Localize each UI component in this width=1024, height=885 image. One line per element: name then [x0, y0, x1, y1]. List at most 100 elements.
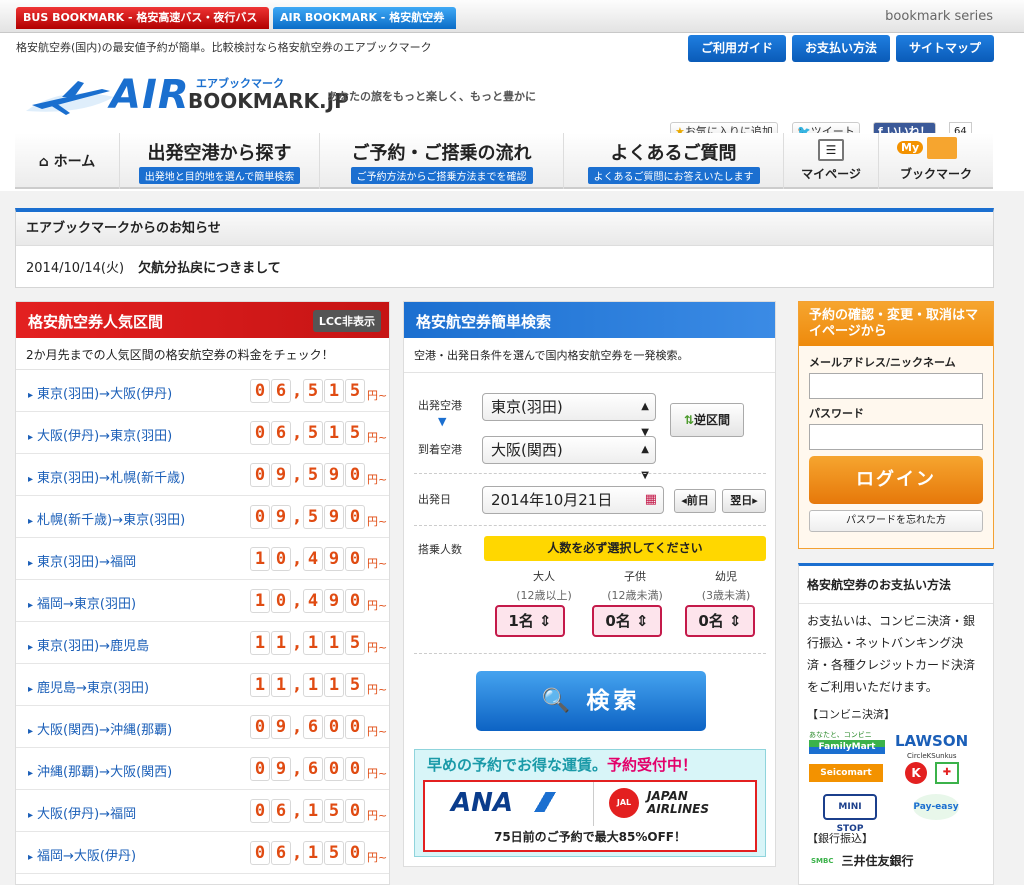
arr-value: 大阪(関西)	[491, 441, 563, 459]
ministop-logo: MINI STOP	[823, 794, 877, 834]
sitemap-button[interactable]: サイトマップ	[896, 35, 994, 62]
yen-label: 円~	[367, 515, 388, 528]
logo-air-text: AIR	[110, 72, 190, 118]
route-name[interactable]: 鹿児島→東京(羽田)	[28, 677, 149, 696]
infant-select[interactable]: 0名 ⇕	[685, 605, 755, 637]
nav-faq[interactable]: よくあるご質問 よくあるご質問にお答えいたします	[564, 133, 784, 189]
dep-label: 出発空港	[418, 399, 462, 412]
route-price: 1 1, 1 1 5 円~	[250, 673, 387, 697]
next-day-button[interactable]: 翌日▸	[722, 489, 766, 513]
nav-depart[interactable]: 出発空港から探す 出発地と目的地を選んで簡単検索	[120, 133, 320, 189]
air-bookmark-tab[interactable]: AIR BOOKMARK - 格安航空券 -	[273, 7, 456, 46]
route-row[interactable]: 東京(羽田)→鹿児島11,115円~	[16, 622, 389, 664]
nav-mypage[interactable]: ☰ マイページ	[784, 133, 879, 189]
route-name[interactable]: 福岡→大阪(伊丹)	[28, 845, 136, 864]
price-digit: 6	[303, 757, 323, 781]
child-select[interactable]: 0名 ⇕	[592, 605, 662, 637]
route-row[interactable]: 札幌(新千歳)→東京(羽田)09,590円~	[16, 496, 389, 538]
series-label: bookmark series	[885, 9, 993, 24]
route-price: 1 0, 4 9 0 円~	[250, 547, 387, 571]
payment-button[interactable]: お支払い方法	[792, 35, 890, 62]
nav-flow[interactable]: ご予約・ご搭乗の流れ ご予約方法からご搭乗方法までを確認	[320, 133, 564, 189]
password-input[interactable]	[809, 424, 983, 450]
route-row[interactable]: 沖縄(那覇)→大阪(関西)09,600円~	[16, 748, 389, 790]
price-comma: ,	[293, 843, 301, 862]
search-button[interactable]: 🔍 検索	[476, 671, 706, 731]
route-row[interactable]: 東京(羽田)→札幌(新千歳)09,590円~	[16, 454, 389, 496]
circlek-logo: K	[905, 762, 927, 784]
route-name[interactable]: 東京(羽田)→福岡	[28, 551, 136, 570]
adult-select[interactable]: 1名 ⇕	[495, 605, 565, 637]
price-digit: 9	[271, 505, 291, 529]
logo-bookmark-text: BOOKMARK.JP	[188, 89, 349, 113]
date-input[interactable]: 2014年10月21日 ▦	[482, 486, 664, 514]
route-row[interactable]: 福岡→東京(羽田)10,490円~	[16, 580, 389, 622]
route-row[interactable]: 東京(羽田)→福岡 10,490円~	[16, 538, 389, 580]
price-digit: 9	[271, 757, 291, 781]
yen-label: 円~	[367, 725, 388, 738]
route-row[interactable]: 大阪(関西)→沖縄(那覇)09,600円~	[16, 706, 389, 748]
route-row[interactable]: 東京(羽田)→大阪(伊丹)06,515円~	[16, 370, 389, 412]
nav-home[interactable]: ⌂ ホーム	[15, 133, 120, 189]
route-row[interactable]: 大阪(伊丹)→東京(羽田)06,515円~	[16, 412, 389, 454]
route-name[interactable]: 福岡→東京(羽田)	[28, 593, 136, 612]
route-row[interactable]: 鹿児島→東京(羽田)11,115円~	[16, 664, 389, 706]
route-name[interactable]: 沖縄(那覇)→大阪(関西)	[28, 761, 172, 780]
route-name[interactable]: 東京(羽田)→大阪(伊丹)	[28, 383, 172, 402]
login-button[interactable]: ログイン	[809, 456, 983, 504]
route-row[interactable]: 福岡→大阪(伊丹)06,150円~	[16, 832, 389, 874]
price-digit: 1	[303, 799, 323, 823]
lcc-hide-button[interactable]: LCC非表示	[312, 310, 381, 332]
bus-bookmark-tab[interactable]: BUS BOOKMARK - 格安高速バス・夜行バス -	[16, 7, 269, 46]
price-digit: 4	[303, 547, 323, 571]
notice-link[interactable]: 欠航分払戻につきまして	[138, 261, 281, 276]
route-name[interactable]: 東京(羽田)→鹿児島	[28, 635, 149, 654]
price-digit: 5	[345, 673, 365, 697]
price-digit: 5	[345, 631, 365, 655]
search-button-label: 検索	[586, 688, 641, 714]
price-digit: 5	[324, 841, 344, 865]
price-comma: ,	[293, 507, 301, 526]
sunkus-logo: ✚	[935, 762, 959, 784]
price-comma: ,	[293, 465, 301, 484]
promo-headline2: 予約受付中！	[607, 756, 698, 774]
notice-row[interactable]: 2014/10/14(火) 欠航分払戻につきまして	[16, 246, 993, 276]
email-input[interactable]	[809, 373, 983, 399]
date-label: 出発日	[418, 493, 451, 506]
prev-day-button[interactable]: ◂前日	[674, 489, 716, 513]
route-row[interactable]: 大阪(伊丹)→福岡06,150円~	[16, 790, 389, 832]
route-name[interactable]: 大阪(関西)→沖縄(那覇)	[28, 719, 172, 738]
swap-button[interactable]: ⇅逆区間	[670, 403, 744, 437]
route-name[interactable]: 札幌(新千歳)→東京(羽田)	[28, 509, 185, 528]
price-digit: 1	[271, 673, 291, 697]
jal-crane-icon: JAL	[609, 788, 639, 818]
price-comma: ,	[293, 381, 301, 400]
route-name[interactable]: 大阪(伊丹)→東京(羽田)	[28, 425, 172, 444]
price-digit: 1	[303, 841, 323, 865]
price-digit: 0	[250, 799, 270, 823]
route-name[interactable]: 大阪(伊丹)→福岡	[28, 803, 136, 822]
popular-routes: 格安航空券人気区間 LCC非表示 2か月先までの人気区間の格安航空券の料金をチェ…	[15, 301, 390, 885]
price-digit: 6	[271, 799, 291, 823]
payment-info: 格安航空券のお支払い方法 お支払いは、コンビニ決済・銀行振込・ネットバンキング決…	[798, 563, 994, 885]
nav-depart-sub: 出発地と目的地を選んで簡単検索	[138, 167, 301, 184]
arr-select[interactable]: 大阪(関西) ▲ ▼	[482, 436, 656, 481]
seicomart-logo: Seicomart	[809, 764, 883, 782]
calendar-icon[interactable]: ▦	[645, 487, 657, 513]
notice-title: エアブックマークからのお知らせ	[16, 212, 993, 246]
payeasy-logo: Pay-easy	[913, 794, 959, 820]
forgot-password-button[interactable]: パスワードを忘れた方	[809, 510, 983, 532]
route-name[interactable]: 東京(羽田)→札幌(新千歳)	[28, 467, 185, 486]
price-digit: 5	[303, 463, 323, 487]
route-list: 東京(羽田)→大阪(伊丹)06,515円~大阪(伊丹)→東京(羽田)06,515…	[16, 370, 389, 874]
price-digit: 5	[303, 505, 323, 529]
yen-label: 円~	[367, 809, 388, 822]
dep-select[interactable]: 東京(羽田) ▲ ▼	[482, 393, 656, 438]
promo-banner[interactable]: 早めの予約でお得な運賃。予約受付中！ ANA JAL JAPAN AIRLINES…	[414, 749, 766, 857]
yen-label: 円~	[367, 557, 388, 570]
price-digit: 0	[345, 505, 365, 529]
nav-bookmark[interactable]: My ブックマーク	[879, 133, 993, 189]
jal-small: JAL	[616, 798, 632, 807]
price-digit: 1	[324, 673, 344, 697]
guide-button[interactable]: ご利用ガイド	[688, 35, 786, 62]
